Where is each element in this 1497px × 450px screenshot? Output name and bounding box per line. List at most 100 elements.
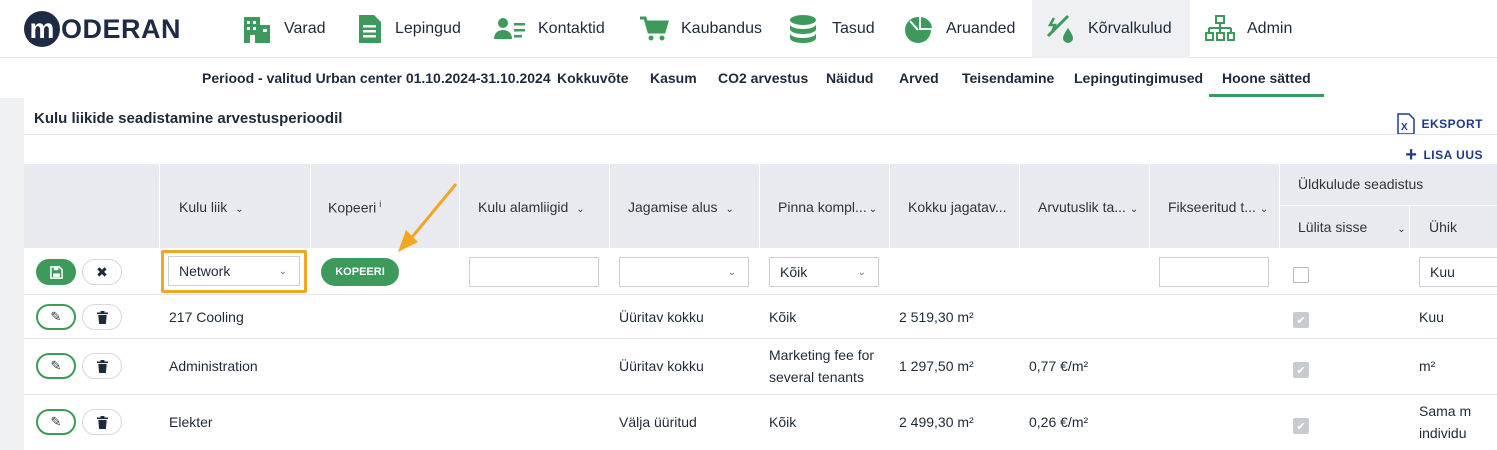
svg-text:X: X xyxy=(1401,122,1408,133)
header-kulu-liik[interactable]: Kulu liik ⌄ xyxy=(179,199,244,215)
column-divider xyxy=(159,164,160,248)
row-jagamise-alus: Välja üüritud xyxy=(619,414,697,430)
header-yhik[interactable]: Ühik xyxy=(1429,219,1457,235)
info-icon[interactable]: i xyxy=(379,199,381,209)
nav-item-aruanded[interactable]: Aruanded xyxy=(904,0,1015,58)
tab-co2-arvestus[interactable]: CO2 arvestus xyxy=(718,70,808,86)
tab-naidud[interactable]: Näidud xyxy=(826,70,873,86)
header-pinna-kompl[interactable]: Pinna kompl... ⌄ xyxy=(778,199,877,215)
nav-item-admin[interactable]: Admin xyxy=(1205,0,1292,58)
kulu-alamliigid-input[interactable] xyxy=(469,257,599,287)
tab-arved[interactable]: Arved xyxy=(899,70,939,86)
row-pinna-kompl: Kõik xyxy=(769,309,797,325)
header-kulu-alamliigid[interactable]: Kulu alamliigid ⌄ xyxy=(478,199,585,215)
select-value: Kuu xyxy=(1430,264,1455,280)
yhik-select[interactable]: Kuu xyxy=(1419,257,1497,287)
header-fikseeritud[interactable]: Fikseeritud t... ⌄ xyxy=(1168,199,1268,215)
nav-item-kontaktid[interactable]: Kontaktid xyxy=(494,0,605,58)
row-kulu-liik: Elekter xyxy=(169,414,213,430)
nav-item-korvalkulud[interactable]: Kõrvalkulud xyxy=(1032,0,1190,58)
delete-button[interactable] xyxy=(82,353,122,379)
header-label: Kulu liik xyxy=(179,199,228,215)
nav-label: Admin xyxy=(1247,20,1293,37)
nav-label: Aruanded xyxy=(946,20,1016,37)
row-jagamise-alus: Üüritav kokku xyxy=(619,358,704,374)
coins-icon xyxy=(790,15,816,43)
export-button[interactable]: X EKSPORT xyxy=(1397,113,1483,135)
building-icon xyxy=(244,17,270,43)
header-label: Üldkulude seadistus xyxy=(1298,176,1424,192)
logo-text: ODERAN xyxy=(61,13,182,44)
nav-item-varad[interactable]: Varad xyxy=(242,0,326,58)
cancel-button[interactable]: ✖ xyxy=(82,259,122,285)
pencil-icon: ✎ xyxy=(50,309,62,324)
header-label: Lülita sisse xyxy=(1298,219,1368,235)
arrow-annotation-icon xyxy=(398,183,458,252)
nav-label: Kaubandus xyxy=(681,20,762,37)
pie-chart-icon xyxy=(905,14,934,43)
row-arvutuslik: 0,77 €/m² xyxy=(1029,358,1089,374)
column-divider xyxy=(310,164,311,248)
chevron-down-icon: ⌄ xyxy=(278,265,287,277)
column-divider xyxy=(1279,164,1280,248)
pinna-kompl-select[interactable]: Kõik ⌄ xyxy=(769,257,879,287)
tab-kasum[interactable]: Kasum xyxy=(650,70,697,86)
header-label: Arvutuslik ta... xyxy=(1038,199,1126,215)
delete-button[interactable] xyxy=(82,409,122,435)
plus-icon: + xyxy=(1405,144,1418,166)
lylita-sisse-checkbox: ✔ xyxy=(1293,312,1309,328)
document-icon xyxy=(359,15,381,43)
lylita-sisse-checkbox[interactable] xyxy=(1293,267,1309,283)
tab-teisendamine[interactable]: Teisendamine xyxy=(962,70,1054,86)
top-navigation: m ODERAN Varad Lepingud Kontaktid Kauban… xyxy=(0,0,1497,58)
header-yldkulude-seadistus: Üldkulude seadistus xyxy=(1298,176,1423,192)
row-yhik: m² xyxy=(1419,358,1436,374)
fikseeritud-input[interactable] xyxy=(1159,257,1269,287)
kulu-liik-select[interactable]: Network ⌄ xyxy=(168,256,300,286)
utilities-icon xyxy=(1046,14,1073,43)
chevron-down-icon: ⌄ xyxy=(576,204,585,215)
row-divider xyxy=(24,338,1497,339)
nav-label: Kontaktid xyxy=(538,20,605,37)
panel-title: Kulu liikide seadistamine arvestusperioo… xyxy=(34,110,343,127)
chevron-down-icon: ⌄ xyxy=(868,204,878,215)
delete-button[interactable] xyxy=(82,304,122,330)
header-kokku-jagatav[interactable]: Kokku jagatav... xyxy=(908,199,1007,215)
chevron-down-icon: ⌄ xyxy=(725,204,734,215)
add-new-label: LISA UUS xyxy=(1423,148,1483,162)
tab-kokkuvote[interactable]: Kokkuvõte xyxy=(557,70,629,86)
row-pinna-kompl: Kõik xyxy=(769,414,797,430)
check-icon: ✔ xyxy=(1296,314,1306,327)
row-kokku-jagatav: 1 297,50 m² xyxy=(899,358,974,374)
save-button[interactable] xyxy=(36,259,76,285)
jagamise-alus-select[interactable]: ⌄ xyxy=(619,257,749,287)
edit-button[interactable]: ✎ xyxy=(36,409,76,435)
pencil-icon: ✎ xyxy=(50,414,62,429)
nav-item-kaubandus[interactable]: Kaubandus xyxy=(639,0,762,58)
trash-icon xyxy=(96,415,108,429)
column-divider xyxy=(1019,164,1020,248)
header-group-divider xyxy=(1279,205,1497,206)
nav-item-tasud[interactable]: Tasud xyxy=(788,0,875,58)
check-icon: ✔ xyxy=(1296,364,1306,377)
tab-lepingutingimused[interactable]: Lepingutingimused xyxy=(1074,70,1203,86)
chevron-down-icon: ⌄ xyxy=(1259,204,1269,215)
kopeeri-button[interactable]: KOPEERI xyxy=(321,258,399,286)
moderan-logo[interactable]: m ODERAN xyxy=(24,11,181,47)
add-new-button[interactable]: + LISA UUS xyxy=(1405,144,1483,166)
row-yhik: Sama m individu xyxy=(1419,403,1472,441)
header-arvutuslik[interactable]: Arvutuslik ta... ⌄ xyxy=(1038,199,1138,215)
org-chart-icon xyxy=(1205,15,1235,41)
nav-label: Varad xyxy=(284,20,326,37)
close-icon: ✖ xyxy=(96,263,108,280)
edit-button[interactable]: ✎ xyxy=(36,353,76,379)
row-kulu-liik: Administration xyxy=(169,358,258,374)
edit-button[interactable]: ✎ xyxy=(36,304,76,330)
select-value: Kõik xyxy=(780,264,808,280)
nav-item-lepingud[interactable]: Lepingud xyxy=(357,0,461,58)
header-jagamise-alus[interactable]: Jagamise alus ⌄ xyxy=(628,199,734,215)
tab-hoone-satted[interactable]: Hoone sätted xyxy=(1209,70,1324,97)
column-divider xyxy=(609,164,610,248)
row-arvutuslik: 0,26 €/m² xyxy=(1029,414,1089,430)
header-lylita-sisse[interactable]: Lülita sisse ⌄ xyxy=(1298,219,1406,235)
